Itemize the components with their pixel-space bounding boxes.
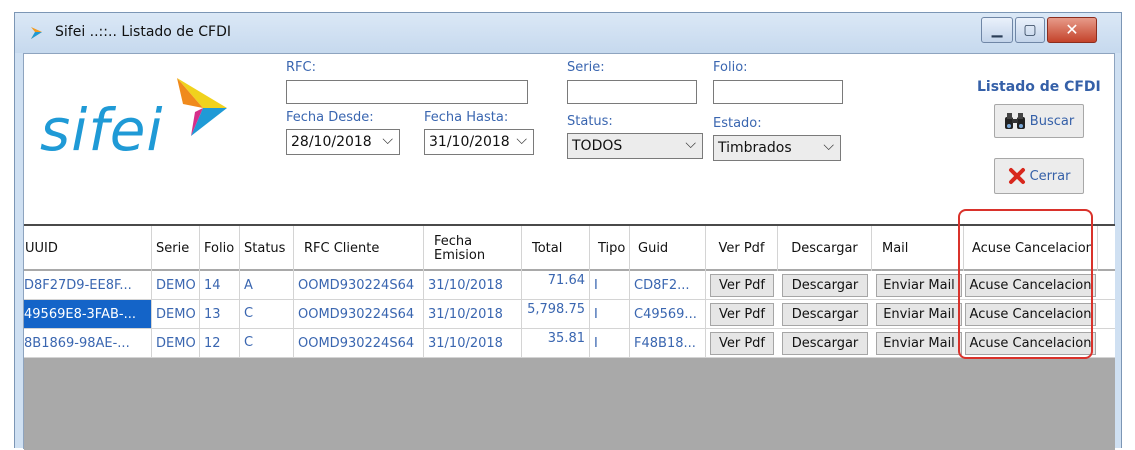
rfc-cell[interactable]: OOMD930224S64 [294, 271, 424, 299]
app-window: Sifei ..::.. Listado de CFDI ▁ ▢ ✕ sifei… [14, 12, 1122, 450]
uuid-cell[interactable]: D8F27D9-EE8F... [24, 271, 152, 299]
maximize-button[interactable]: ▢ [1015, 17, 1045, 43]
title-bar: Sifei ..::.. Listado de CFDI ▁ ▢ ✕ [15, 13, 1121, 53]
guid-cell[interactable]: C49569... [630, 300, 706, 328]
total-cell[interactable]: 5,798.75 [522, 300, 590, 328]
total-cell[interactable]: 71.64 [522, 271, 590, 299]
table-row[interactable]: 49569E8-3FAB-... DEMO 13 C OOMD930224S64… [24, 300, 1115, 329]
enviar-mail-button[interactable]: Enviar Mail [876, 274, 962, 297]
listado-heading: Listado de CFDI [977, 79, 1101, 95]
tipo-cell[interactable]: I [590, 329, 630, 357]
tipo-cell[interactable]: I [590, 300, 630, 328]
status-cell[interactable]: C [240, 329, 294, 357]
folio-cell[interactable]: 14 [200, 271, 240, 299]
cfdi-grid: UUID Serie Folio Status RFC Cliente Fech… [24, 224, 1115, 450]
cerrar-label: Cerrar [1029, 168, 1071, 184]
col-tipo-header[interactable]: Tipo [590, 226, 630, 271]
col-fecha-emision-header[interactable]: Fecha Emision [424, 226, 522, 271]
binoculars-icon [1004, 113, 1025, 129]
buscar-label: Buscar [1029, 113, 1075, 129]
folio-label: Folio: [713, 60, 748, 75]
fecha-hasta-label: Fecha Hasta: [424, 110, 509, 125]
arrow-logo-icon [177, 78, 227, 136]
serie-cell[interactable]: DEMO [152, 300, 200, 328]
status-value: TODOS [572, 138, 623, 154]
col-guid-header[interactable]: Guid [630, 226, 706, 271]
rfc-label: RFC: [286, 60, 316, 75]
uuid-cell[interactable]: 8B1869-98AE-... [24, 329, 152, 357]
table-row[interactable]: D8F27D9-EE8F... DEMO 14 A OOMD930224S64 … [24, 271, 1115, 300]
cerrar-button[interactable]: Cerrar [994, 158, 1084, 194]
close-icon: ✕ [1065, 20, 1079, 39]
rfc-cell[interactable]: OOMD930224S64 [294, 300, 424, 328]
ver-pdf-button[interactable]: Ver Pdf [710, 274, 774, 297]
total-cell[interactable]: 35.81 [522, 329, 590, 357]
sifei-logo: sifei [40, 96, 164, 164]
fecha-hasta-value: 31/10/2018 [429, 134, 510, 150]
estado-select[interactable]: Timbrados ⌵ [713, 135, 841, 161]
table-row[interactable]: 8B1869-98AE-... DEMO 12 C OOMD930224S64 … [24, 329, 1115, 358]
form-client-area: sifei RFC: Fecha Desde: 28/10/2018 ⌵ Fec… [23, 53, 1115, 450]
tipo-cell[interactable]: I [590, 271, 630, 299]
folio-cell[interactable]: 13 [200, 300, 240, 328]
status-label: Status: [567, 114, 613, 129]
descargar-button[interactable]: Descargar [782, 332, 868, 355]
folio-cell[interactable]: 12 [200, 329, 240, 357]
enviar-mail-button[interactable]: Enviar Mail [876, 332, 962, 355]
col-status-header[interactable]: Status [240, 226, 294, 271]
uuid-cell[interactable]: 49569E8-3FAB-... [24, 300, 152, 328]
fecha-cell[interactable]: 31/10/2018 [424, 329, 522, 357]
ver-pdf-button[interactable]: Ver Pdf [710, 303, 774, 326]
col-uuid-header[interactable]: UUID [24, 226, 152, 271]
fecha-desde-value: 28/10/2018 [291, 134, 372, 150]
status-cell[interactable]: A [240, 271, 294, 299]
guid-cell[interactable]: F48B18... [630, 329, 706, 357]
descargar-button[interactable]: Descargar [782, 303, 868, 326]
estado-label: Estado: [713, 116, 762, 131]
col-ver-pdf-header[interactable]: Ver Pdf [706, 226, 778, 271]
buscar-button[interactable]: Buscar [994, 104, 1084, 138]
window-title: Sifei ..::.. Listado de CFDI [55, 24, 231, 40]
arrow-logo-icon [31, 27, 42, 39]
serie-cell[interactable]: DEMO [152, 271, 200, 299]
acuse-column-annotation [958, 209, 1093, 359]
chevron-down-icon: ⌵ [823, 138, 834, 154]
fecha-desde-picker[interactable]: 28/10/2018 ⌵ [286, 129, 400, 155]
serie-label: Serie: [567, 60, 605, 75]
maximize-icon: ▢ [1023, 22, 1037, 38]
ver-pdf-button[interactable]: Ver Pdf [710, 332, 774, 355]
chevron-down-icon: ⌵ [685, 136, 696, 152]
close-button[interactable]: ✕ [1047, 17, 1097, 43]
status-cell[interactable]: C [240, 300, 294, 328]
fecha-desde-label: Fecha Desde: [286, 110, 374, 125]
status-highlight: C [244, 306, 254, 321]
col-serie-header[interactable]: Serie [152, 226, 200, 271]
col-folio-header[interactable]: Folio [200, 226, 240, 271]
serie-input[interactable] [567, 80, 697, 104]
fecha-hasta-picker[interactable]: 31/10/2018 ⌵ [424, 129, 534, 155]
grid-header: UUID Serie Folio Status RFC Cliente Fech… [24, 224, 1115, 271]
chevron-down-icon: ⌵ [382, 132, 393, 148]
enviar-mail-button[interactable]: Enviar Mail [876, 303, 962, 326]
minimize-icon: ▁ [991, 22, 1003, 38]
rfc-input[interactable] [286, 80, 528, 104]
fecha-cell[interactable]: 31/10/2018 [424, 300, 522, 328]
status-select[interactable]: TODOS ⌵ [567, 133, 703, 159]
red-x-icon [1008, 168, 1025, 184]
col-descargar-header[interactable]: Descargar [778, 226, 872, 271]
serie-cell[interactable]: DEMO [152, 329, 200, 357]
estado-value: Timbrados [718, 140, 792, 156]
folio-input[interactable] [713, 80, 843, 104]
guid-cell[interactable]: CD8F2... [630, 271, 706, 299]
status-highlight: C [244, 335, 254, 350]
minimize-button[interactable]: ▁ [981, 17, 1013, 43]
fecha-cell[interactable]: 31/10/2018 [424, 271, 522, 299]
col-mail-header[interactable]: Mail [872, 226, 964, 271]
descargar-button[interactable]: Descargar [782, 274, 868, 297]
col-rfc-cliente-header[interactable]: RFC Cliente [294, 226, 424, 271]
rfc-cell[interactable]: OOMD930224S64 [294, 329, 424, 357]
chevron-down-icon: ⌵ [516, 132, 527, 148]
col-total-header[interactable]: Total [522, 226, 590, 271]
